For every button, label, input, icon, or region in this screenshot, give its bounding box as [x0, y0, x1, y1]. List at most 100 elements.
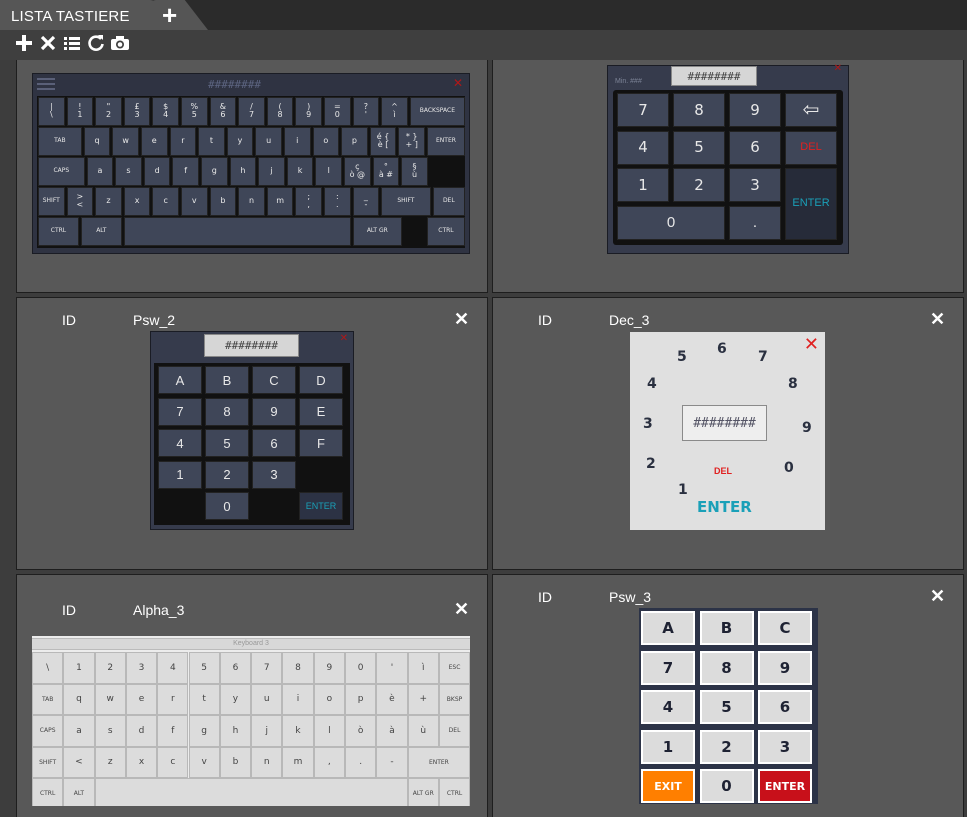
- dial-keyboard-preview: ✕ ######## DEL ENTER 5 6 7 4 8 3 9 2 0 1: [630, 332, 825, 530]
- key-a: a: [63, 715, 95, 747]
- dial-digit-1: 1: [678, 482, 688, 498]
- key-\: \: [32, 652, 64, 684]
- key-enter: ENTER: [426, 127, 465, 156]
- key-%-5: % 5: [181, 97, 208, 126]
- key-8: 8: [205, 397, 249, 426]
- close-icon: ✕: [452, 76, 463, 90]
- key-1: 1: [158, 460, 202, 489]
- keyboard-card-1[interactable]: ######## ✕ | \! 1 " 2 £ 3 $ 4% 5 & 6/ 7( 8) …: [16, 60, 488, 293]
- dial-digit-5: 5: [677, 349, 687, 365]
- id-value: Psw_2: [133, 312, 176, 328]
- key-9: 9: [729, 93, 781, 127]
- alpha-keyboard-preview: ######## ✕ | \! 1 " 2 £ 3 $ 4% 5 & 6/ 7( 8) …: [32, 73, 470, 254]
- close-icon[interactable]: ✕: [930, 587, 945, 605]
- key-b: b: [219, 746, 252, 778]
- key-u: u: [251, 683, 283, 715]
- numeric-keyboard-preview: Min. ### ######## ✕ 7 8 9 ⇦ 4 5 6 DEL 1 2 3 ENTER 0.: [607, 63, 849, 254]
- toolbar: [0, 30, 967, 60]
- key-3: 3: [125, 652, 158, 684]
- key-ctrl: CTRL: [32, 778, 64, 806]
- del-key: DEL: [714, 466, 732, 476]
- key-h: h: [229, 157, 257, 186]
- key-2: 2: [94, 652, 126, 684]
- key-c: C: [758, 611, 812, 645]
- key-£-3: £ 3: [123, 97, 151, 126]
- key-y: y: [226, 127, 254, 156]
- password-pad-preview: A B C 7 8 9 4 5 6 1 2 3 EXIT 0 ENTER: [639, 608, 818, 804]
- key-enter: ENTER: [407, 746, 470, 778]
- delete-button[interactable]: [37, 32, 59, 54]
- key-|-\: | \: [38, 97, 65, 126]
- key-n: n: [238, 187, 265, 216]
- min-length-label: Min. ###: [615, 78, 642, 85]
- close-icon[interactable]: ✕: [454, 600, 469, 618]
- key-9: 9: [758, 650, 812, 685]
- add-tab-button[interactable]: +: [150, 0, 208, 30]
- key-i: i: [282, 683, 314, 715]
- tab-lista-tastiere[interactable]: LISTA TASTIERE: [0, 0, 160, 30]
- key-/-7: / 7: [238, 97, 265, 126]
- key-°-à-#: ° à #: [372, 157, 400, 186]
- keyboard-card-dec3[interactable]: ID Dec_3 ✕ ✕ ######## DEL ENTER 5 6 7 4 8 3 9 2…: [492, 297, 964, 570]
- key-0: 0: [699, 769, 754, 803]
- key-8: 8: [673, 93, 725, 127]
- key-ctrl: CTRL: [38, 217, 79, 246]
- key-5: 5: [699, 690, 754, 724]
- key-g: g: [201, 157, 228, 186]
- key-l: l: [313, 715, 345, 747]
- key-m: m: [282, 746, 314, 778]
- key--: -: [376, 746, 408, 778]
- key-b: B: [699, 611, 754, 645]
- key-4: 4: [157, 652, 189, 684]
- refresh-button[interactable]: [85, 32, 107, 54]
- app-window: LISTA TASTIERE + ######## ✕ | \ ! 1 " 2 …: [0, 0, 967, 817]
- id-value: Alpha_3: [133, 602, 185, 618]
- key-q: q: [83, 127, 111, 156]
- key-m: m: [266, 187, 294, 216]
- list-button[interactable]: [61, 32, 83, 54]
- key-,: ,: [313, 746, 345, 778]
- key-t: t: [188, 683, 220, 715]
- enter-key: ENTER: [697, 498, 752, 516]
- id-label: ID: [62, 602, 76, 618]
- close-icon: ✕: [339, 333, 348, 344]
- menu-icon: [37, 78, 55, 90]
- key-5: 5: [188, 652, 220, 684]
- key-ç-ò-@: ç ò @: [344, 157, 371, 186]
- close-icon[interactable]: ✕: [930, 310, 945, 328]
- close-icon[interactable]: ✕: [454, 310, 469, 328]
- keyboard-card-psw3[interactable]: ID Psw_3 ✕ A B C 7 8 9 4 5 6 1 2 3 EXIT 0 ENTER: [492, 574, 964, 817]
- keyboard-card-psw2[interactable]: ID Psw_2 ✕ ######## ✕ A B C D 7 8 9 E 4 5 6 F 1 2 3 0 EN…: [16, 297, 488, 570]
- key-5: 5: [673, 130, 725, 165]
- key-é-{-è-[: é { è [: [369, 127, 397, 156]
- keyboard-display: ########: [204, 334, 299, 357]
- key-!-1: ! 1: [66, 97, 94, 126]
- key-§-ù: § ù: [401, 157, 428, 186]
- tab-bar: LISTA TASTIERE +: [0, 0, 967, 30]
- key-t: t: [198, 127, 225, 156]
- close-icon: ✕: [833, 63, 842, 74]
- screenshot-button[interactable]: [109, 32, 131, 54]
- dial-digit-4: 4: [647, 376, 657, 392]
- keyboard-card-alpha3[interactable]: ID Alpha_3 ✕ Keyboard 3 \ 1 2 3 4 5 6 7 8 9 0 ' ì ESC…: [16, 574, 488, 817]
- light-keyboard-preview: Keyboard 3 \ 1 2 3 4 5 6 7 8 9 0 ' ì ESC TAB q w e r t y u i o p…: [32, 636, 470, 806]
- key-c: c: [152, 187, 179, 216]
- dial-digit-7: 7: [758, 349, 768, 365]
- key->-<: > <: [66, 187, 94, 216]
- key-6: 6: [252, 429, 296, 457]
- key-A: A: [158, 366, 202, 394]
- key-ò: ò: [345, 715, 377, 747]
- key-4: 4: [617, 130, 669, 165]
- add-button[interactable]: [13, 32, 35, 54]
- key-⇦: ⇦: [785, 93, 837, 127]
- key-1: 1: [617, 168, 669, 202]
- key-*-}-+-]: * } + ]: [398, 127, 425, 156]
- keys-area: 7 8 9 ⇦ 4 5 6 DEL 1 2 3 ENTER 0.: [613, 90, 843, 245]
- plus-icon: +: [162, 0, 178, 30]
- space-key: [94, 778, 408, 806]
- key-q: q: [63, 683, 95, 715]
- keys-area: \ 1 2 3 4 5 6 7 8 9 0 ' ì ESC TAB q w e r t y u i o p è + BKSP CAPS a…: [32, 652, 470, 806]
- key-backspace: BACKSPACE: [409, 97, 465, 126]
- keyboard-card-2[interactable]: Min. ### ######## ✕ 7 8 9 ⇦ 4 5 6 DEL 1 2 3 ENTER 0.: [492, 60, 964, 293]
- key-9: 9: [252, 397, 296, 426]
